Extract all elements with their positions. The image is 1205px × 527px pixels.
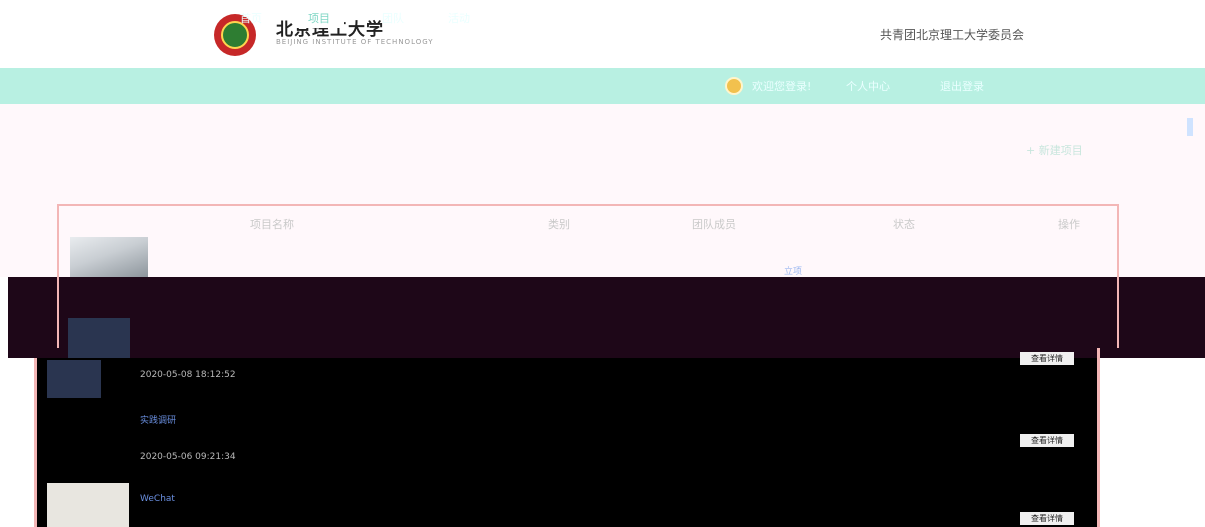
scroll-indicator[interactable] (1187, 118, 1193, 136)
table-row (8, 277, 1205, 358)
status-badge: 立项 (784, 267, 803, 277)
university-name-en: BEIJING INSTITUTE OF TECHNOLOGY (276, 38, 434, 46)
table-body (34, 358, 1100, 527)
nav-item-activities[interactable]: 活动 (448, 10, 470, 26)
nav-item-home[interactable]: 首页 (240, 10, 262, 26)
user-avatar[interactable] (725, 77, 743, 95)
header-category: 类别 (548, 218, 570, 231)
nav-item-projects[interactable]: 项目 (294, 8, 344, 28)
table-border-left (34, 358, 37, 527)
table-border-left (57, 277, 59, 348)
view-details-button[interactable]: 查看详情 (1020, 352, 1074, 365)
user-greeting[interactable]: 欢迎您登录! (752, 78, 811, 94)
site-header: 北京理工大学 BEIJING INSTITUTE OF TECHNOLOGY 共… (0, 0, 1205, 68)
project-date: 2020-05-08 18:12:52 (140, 370, 236, 380)
project-date: 2020-05-06 09:21:34 (140, 452, 236, 462)
add-project-button[interactable]: + 新建项目 (1026, 142, 1083, 158)
table-border-right (1097, 348, 1100, 527)
header-status: 状态 (893, 218, 915, 231)
project-name-link[interactable]: WeChat (140, 494, 175, 504)
main-nav (0, 68, 1205, 104)
header-project-name: 项目名称 (250, 218, 294, 231)
table-border-right (1117, 277, 1119, 348)
project-name-link[interactable]: 实践调研 (140, 413, 176, 426)
nav-link-profile[interactable]: 个人中心 (846, 78, 890, 94)
view-details-button[interactable]: 查看详情 (1020, 434, 1074, 447)
nav-item-teams[interactable]: 团队 (382, 10, 404, 26)
header-actions: 操作 (1058, 218, 1080, 231)
project-thumbnail[interactable] (68, 318, 130, 358)
project-thumbnail[interactable] (70, 237, 148, 277)
project-thumbnail[interactable] (47, 360, 101, 398)
nav-link-logout[interactable]: 退出登录 (940, 78, 984, 94)
organization-name: 共青团北京理工大学委员会 (880, 28, 1025, 42)
project-thumbnail[interactable] (47, 483, 129, 527)
view-details-button[interactable]: 查看详情 (1020, 512, 1074, 525)
header-members: 团队成员 (692, 218, 736, 231)
